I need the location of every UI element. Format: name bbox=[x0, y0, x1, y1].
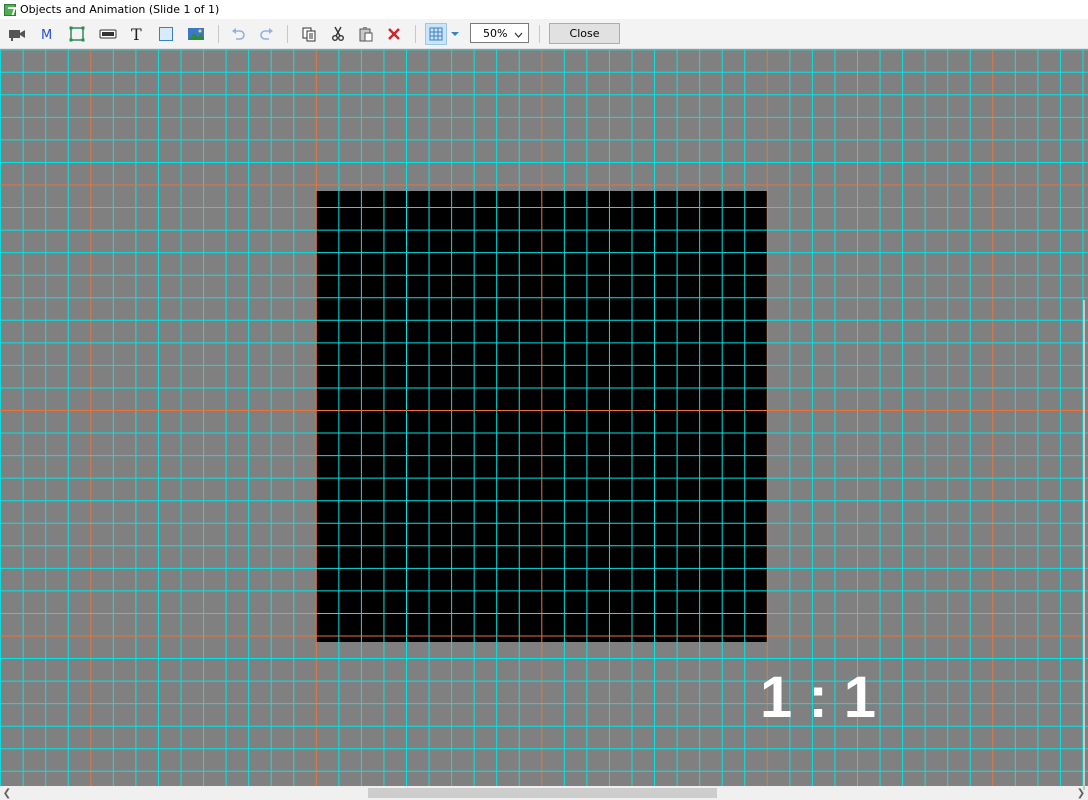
image-frame-icon[interactable] bbox=[155, 23, 177, 45]
chevron-down-icon bbox=[514, 28, 523, 41]
window-title: Objects and Animation (Slide 1 of 1) bbox=[20, 3, 220, 16]
mask-icon[interactable]: M bbox=[36, 23, 58, 45]
text-icon[interactable]: T bbox=[126, 23, 148, 45]
aspect-ratio-label: 1 : 1 bbox=[760, 665, 877, 730]
undo-icon[interactable] bbox=[227, 23, 249, 45]
close-button[interactable]: Close bbox=[549, 23, 620, 44]
svg-text:T: T bbox=[131, 26, 142, 42]
camera-icon[interactable] bbox=[6, 23, 28, 45]
app-icon bbox=[4, 3, 16, 16]
toolbar: M T bbox=[0, 19, 1088, 49]
scrollbar-thumb[interactable] bbox=[368, 788, 717, 798]
paste-icon[interactable] bbox=[355, 23, 377, 45]
horizontal-scrollbar[interactable]: ❮ ❯ bbox=[0, 786, 1088, 800]
vertical-scrollbar[interactable] bbox=[1083, 300, 1085, 790]
toolbar-separator bbox=[287, 25, 288, 43]
picture-icon[interactable] bbox=[185, 23, 207, 45]
toolbar-separator bbox=[415, 25, 416, 43]
svg-text:M: M bbox=[41, 28, 52, 41]
toolbar-separator bbox=[218, 25, 219, 43]
button-icon[interactable] bbox=[97, 23, 119, 45]
copy-icon[interactable] bbox=[298, 23, 320, 45]
cut-icon[interactable] bbox=[327, 23, 349, 45]
zoom-select[interactable]: 50% bbox=[470, 23, 529, 43]
rectangle-frame-icon[interactable] bbox=[66, 23, 88, 45]
toolbar-separator bbox=[539, 25, 540, 43]
grid-dropdown-icon[interactable] bbox=[448, 23, 462, 45]
zoom-value: 50% bbox=[483, 27, 508, 40]
title-bar: Objects and Animation (Slide 1 of 1) bbox=[0, 0, 1088, 19]
scroll-left-icon[interactable]: ❮ bbox=[0, 786, 14, 800]
grid-icon[interactable] bbox=[425, 23, 447, 45]
redo-icon[interactable] bbox=[256, 23, 278, 45]
grid-overlay bbox=[0, 49, 1088, 786]
canvas-area[interactable]: 1 : 1 bbox=[0, 49, 1088, 786]
scroll-right-icon[interactable]: ❯ bbox=[1074, 786, 1088, 800]
delete-icon[interactable] bbox=[383, 23, 405, 45]
